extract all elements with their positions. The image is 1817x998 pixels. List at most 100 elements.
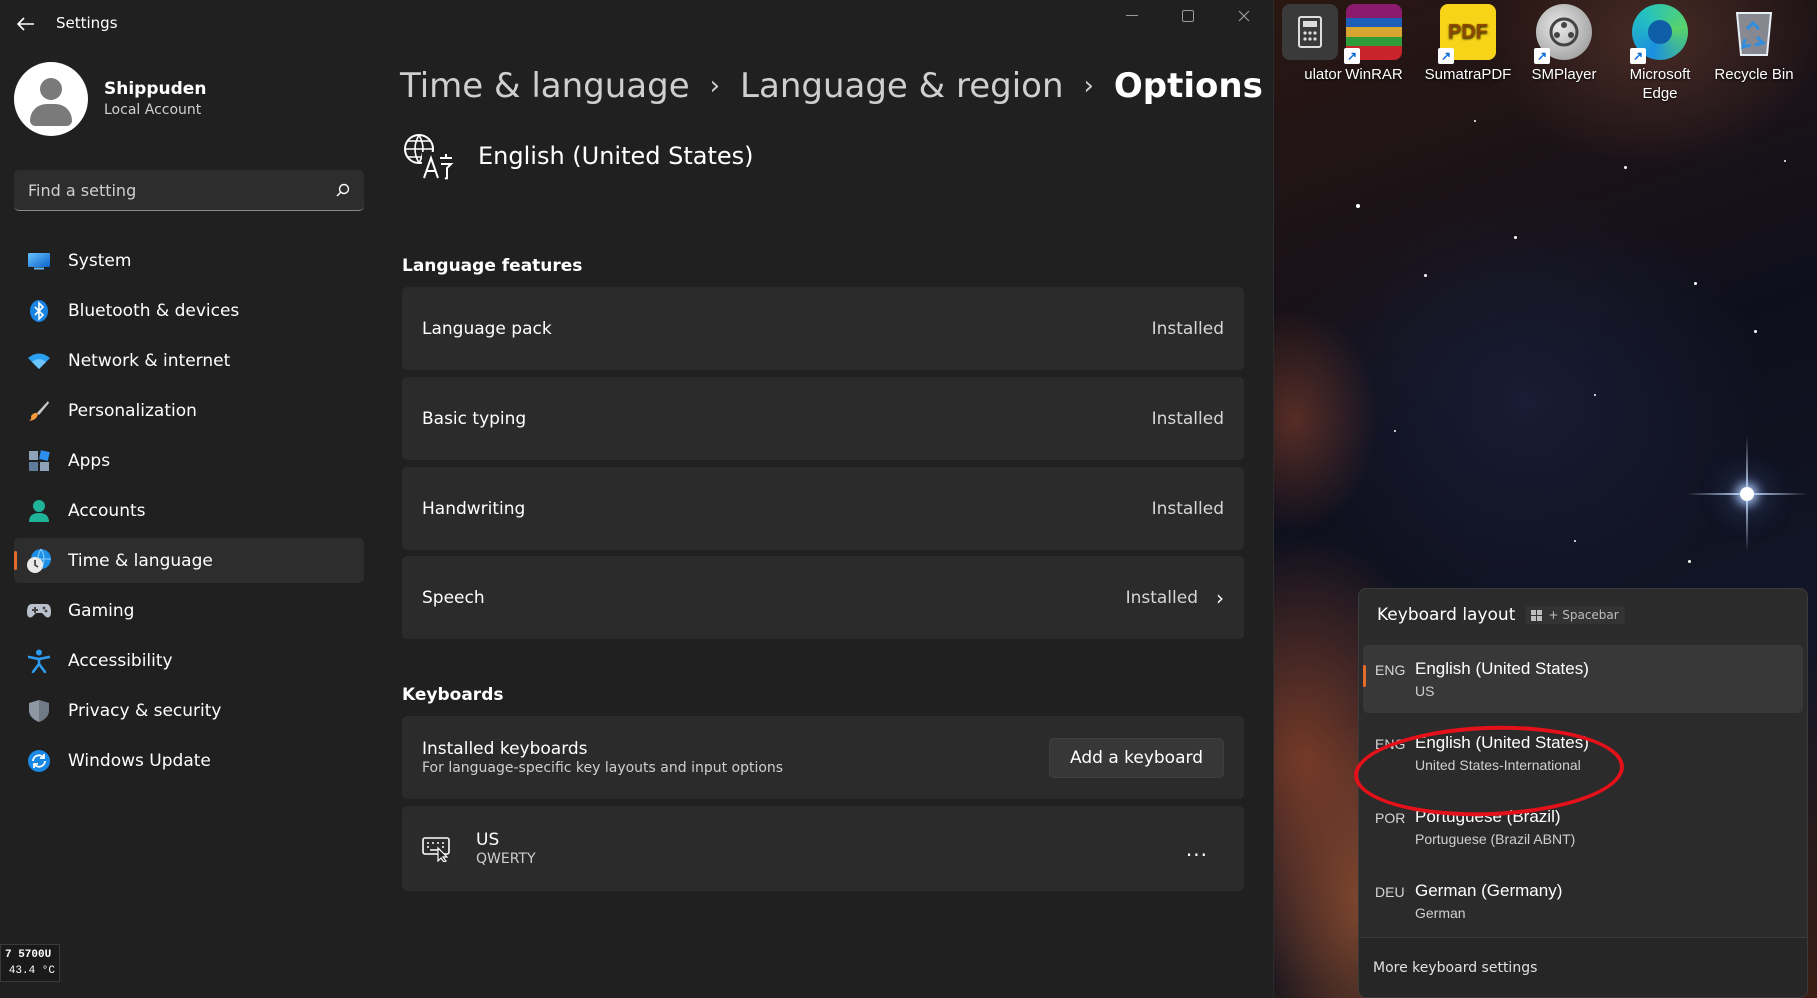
update-icon (26, 748, 52, 774)
layout-code: DEU (1375, 884, 1405, 900)
minimize-icon (1126, 15, 1138, 16)
language-title: English (United States) (478, 142, 754, 170)
close-icon (1238, 10, 1250, 22)
chevron-right-icon: › (1216, 585, 1224, 610)
winrar-icon: ↗ (1344, 4, 1402, 64)
avatar-head (40, 78, 62, 100)
desktop-icon-winrar[interactable]: ↗ WinRAR (1328, 0, 1420, 104)
layout-sub: Portuguese (Brazil ABNT) (1415, 831, 1576, 847)
search-input[interactable] (28, 180, 336, 200)
language-pack-row: Language pack Installed (402, 287, 1244, 370)
layout-text: German (Germany) German (1415, 881, 1562, 921)
star (1594, 394, 1596, 396)
keyboard-layout: QWERTY (476, 850, 536, 867)
layout-text: English (United States) US (1415, 659, 1589, 699)
sidebar-item-personalization[interactable]: Personalization (14, 388, 364, 433)
sidebar-item-label: Gaming (68, 600, 135, 621)
add-keyboard-button[interactable]: Add a keyboard (1049, 737, 1224, 778)
maximize-button[interactable] (1160, 2, 1216, 30)
sidebar-item-label: Time & language (68, 550, 213, 571)
sidebar-item-privacy-security[interactable]: Privacy & security (14, 688, 364, 733)
installed-keyboards-desc: For language-specific key layouts and in… (422, 759, 784, 776)
sidebar-item-label: Windows Update (68, 750, 211, 771)
sidebar-item-accessibility[interactable]: Accessibility (14, 638, 364, 683)
star (1574, 540, 1576, 542)
feature-label: Speech (422, 587, 485, 608)
sidebar-item-label: Accessibility (68, 650, 173, 671)
desktop-icon-microsoft-edge[interactable]: ↗ Microsoft Edge (1614, 0, 1706, 104)
accessibility-icon (26, 648, 52, 674)
back-button[interactable] (12, 10, 40, 38)
star (1688, 560, 1691, 563)
speech-row[interactable]: Speech Installed › (402, 556, 1244, 639)
keyboard-icon (422, 836, 450, 862)
handwriting-row: Handwriting Installed (402, 467, 1244, 550)
installed-keyboards-title: Installed keyboards (422, 738, 588, 759)
layout-sub: US (1415, 683, 1435, 699)
sidebar-item-network[interactable]: Network & internet (14, 338, 364, 383)
shortcut-arrow-icon: ↗ (1344, 48, 1360, 64)
shortcut-hint-text: + Spacebar (1548, 608, 1619, 622)
more-keyboard-settings-link[interactable]: More keyboard settings (1359, 937, 1807, 997)
person-icon (26, 498, 52, 524)
chevron-right-icon: › (1083, 71, 1094, 101)
breadcrumb-language-region[interactable]: Language & region (740, 64, 1063, 108)
bluetooth-icon (26, 298, 52, 324)
sidebar-item-gaming[interactable]: Gaming (14, 588, 364, 633)
sidebar-item-label: Accounts (68, 500, 146, 521)
sidebar-nav: System Bluetooth & devices Network & int… (14, 238, 364, 788)
sidebar-item-label: Network & internet (68, 350, 231, 371)
wifi-icon (26, 348, 52, 374)
sidebar-item-bluetooth[interactable]: Bluetooth & devices (14, 288, 364, 333)
feature-label: Language pack (422, 318, 552, 339)
flyout-header: Keyboard layout + Spacebar (1377, 605, 1625, 625)
sidebar-item-system[interactable]: System (14, 238, 364, 283)
keyboards-heading: Keyboards (402, 685, 504, 705)
layout-option-eng-us[interactable]: ENG English (United States) US (1363, 645, 1803, 713)
installed-keyboards-text: Installed keyboards For language-specifi… (422, 739, 783, 777)
avatar (14, 62, 88, 136)
winrar-strap (1346, 27, 1402, 37)
star (1624, 166, 1627, 169)
apps-icon (26, 448, 52, 474)
close-button[interactable] (1216, 2, 1272, 30)
back-arrow-icon (17, 17, 34, 31)
search-icon[interactable] (336, 183, 350, 197)
breadcrumb: Time & language › Language & region › Op… (400, 64, 1263, 108)
layout-name: German (Germany) (1415, 881, 1563, 900)
edge-swirl (1648, 20, 1672, 44)
sidebar-item-label: Personalization (68, 400, 197, 421)
feature-status: Installed (1151, 408, 1224, 429)
cpu-model: 7 5700U (5, 949, 52, 961)
feature-status: Installed (1125, 587, 1198, 608)
sidebar-item-label: Privacy & security (68, 700, 222, 721)
settings-search[interactable] (14, 170, 364, 211)
desktop-icon-recycle-bin[interactable]: Recycle Bin (1708, 0, 1800, 104)
feature-status: Installed (1151, 318, 1224, 339)
more-options-button[interactable]: ... (1186, 837, 1224, 861)
user-profile[interactable]: Shippuden Local Account (14, 62, 206, 136)
minimize-button[interactable] (1104, 2, 1160, 30)
chevron-right-icon: › (709, 71, 721, 101)
recycle-bin-icon (1726, 4, 1782, 60)
settings-window: Settings Shippuden Local Account Find a … (0, 0, 1274, 998)
feature-label: Basic typing (422, 408, 527, 429)
sidebar-item-time-language[interactable]: Time & language (14, 538, 364, 583)
windows-key-icon (1531, 609, 1543, 621)
shortcut-hint: + Spacebar (1525, 606, 1625, 624)
sidebar-item-accounts[interactable]: Accounts (14, 488, 364, 533)
layout-sub: German (1415, 905, 1466, 921)
page-title: Options (1113, 66, 1263, 106)
profile-name: Shippuden (104, 79, 207, 99)
sidebar-item-windows-update[interactable]: Windows Update (14, 738, 364, 783)
star (1754, 330, 1757, 333)
desktop-icon-smplayer[interactable]: ↗ SMPlayer (1518, 0, 1610, 104)
breadcrumb-time-language[interactable]: Time & language (400, 64, 690, 108)
desktop-icon-sumatrapdf[interactable]: PDF ↗ SumatraPDF (1422, 0, 1514, 104)
layout-option-deu-germany[interactable]: DEU German (Germany) German (1363, 867, 1803, 935)
star (1784, 160, 1786, 162)
globe-clock-icon (26, 548, 52, 574)
sidebar-item-apps[interactable]: Apps (14, 438, 364, 483)
shield-icon (26, 698, 52, 724)
desktop-icon-label: Recycle Bin (1714, 66, 1794, 83)
